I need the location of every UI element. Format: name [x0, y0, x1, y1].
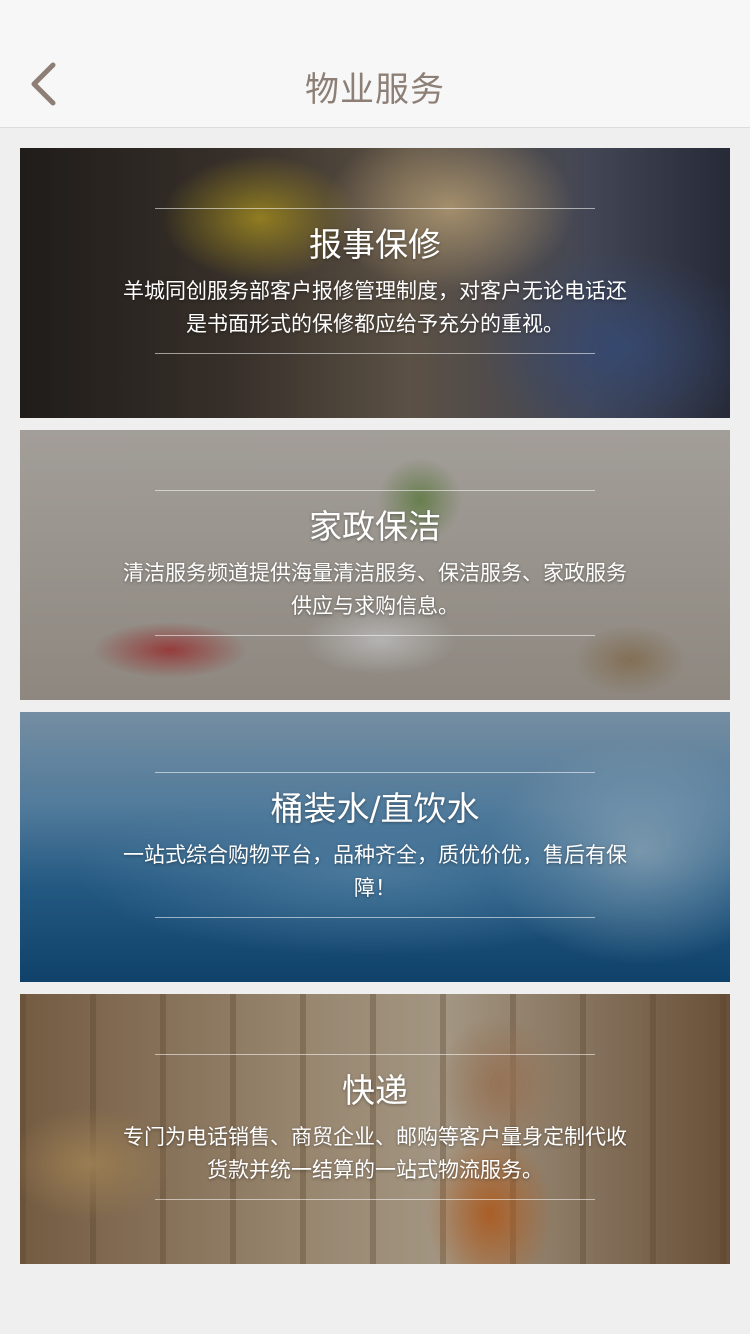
- divider: [155, 208, 595, 209]
- service-card-express[interactable]: 快递 专门为电话销售、商贸企业、邮购等客户量身定制代收货款并统一结算的一站式物流…: [20, 994, 730, 1264]
- card-description: 清洁服务频道提供海量清洁服务、保洁服务、家政服务供应与求购信息。: [123, 561, 627, 618]
- nav-bar: 物业服务: [0, 0, 750, 128]
- divider: [155, 635, 595, 636]
- divider: [155, 353, 595, 354]
- card-title: 家政保洁: [309, 507, 441, 546]
- divider: [155, 1199, 595, 1200]
- card-title: 快递: [342, 1071, 408, 1110]
- service-card-repair[interactable]: 报事保修 羊城同创服务部客户报修管理制度，对客户无论电话还是书面形式的保修都应给…: [20, 148, 730, 418]
- card-description: 羊城同创服务部客户报修管理制度，对客户无论电话还是书面形式的保修都应给予充分的重…: [123, 279, 627, 336]
- page-title: 物业服务: [305, 70, 445, 110]
- card-content: 快递 专门为电话销售、商贸企业、邮购等客户量身定制代收货款并统一结算的一站式物流…: [20, 1054, 730, 1200]
- divider: [155, 490, 595, 491]
- divider: [155, 772, 595, 773]
- card-content: 家政保洁 清洁服务频道提供海量清洁服务、保洁服务、家政服务供应与求购信息。: [20, 490, 730, 636]
- card-description: 专门为电话销售、商贸企业、邮购等客户量身定制代收货款并统一结算的一站式物流服务。: [123, 1125, 627, 1182]
- divider: [155, 1054, 595, 1055]
- card-title: 报事保修: [309, 225, 441, 264]
- card-content: 报事保修 羊城同创服务部客户报修管理制度，对客户无论电话还是书面形式的保修都应给…: [20, 208, 730, 354]
- card-content: 桶装水/直饮水 一站式综合购物平台，品种齐全，质优价优，售后有保障！: [20, 772, 730, 918]
- divider: [155, 917, 595, 918]
- card-title: 桶装水/直饮水: [270, 789, 480, 828]
- service-card-water[interactable]: 桶装水/直饮水 一站式综合购物平台，品种齐全，质优价优，售后有保障！: [20, 712, 730, 982]
- service-card-cleaning[interactable]: 家政保洁 清洁服务频道提供海量清洁服务、保洁服务、家政服务供应与求购信息。: [20, 430, 730, 700]
- card-description: 一站式综合购物平台，品种齐全，质优价优，售后有保障！: [123, 843, 627, 900]
